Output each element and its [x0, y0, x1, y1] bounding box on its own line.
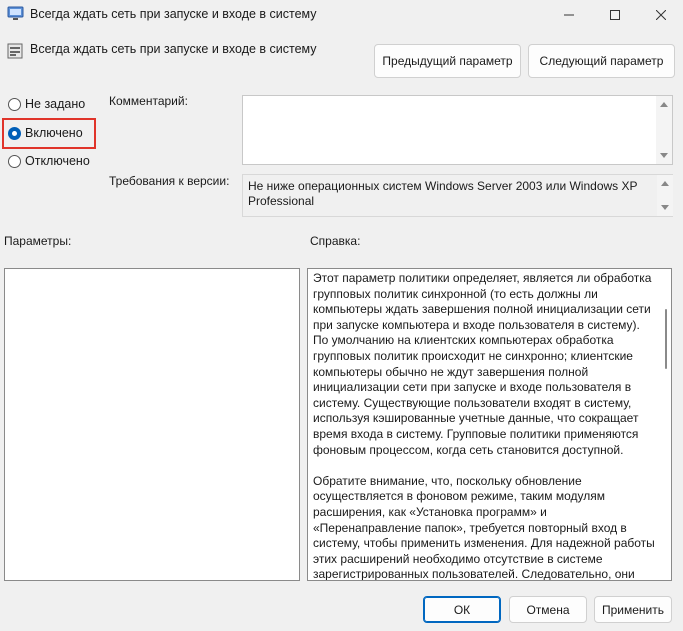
radio-not-configured[interactable]: Не задано [8, 97, 85, 111]
requirements-scrollbar[interactable] [657, 175, 673, 216]
comment-scrollbar[interactable] [656, 96, 672, 164]
radio-label: Включено [25, 126, 83, 140]
help-label: Справка: [310, 234, 361, 248]
comment-textarea[interactable] [242, 95, 673, 165]
maximize-button[interactable] [592, 0, 638, 30]
scroll-down-icon[interactable] [661, 205, 669, 210]
window-title: Всегда ждать сеть при запуске и входе в … [30, 7, 317, 21]
help-paragraph: Обратите внимание, что, поскольку обновл… [313, 473, 655, 581]
maximize-icon [610, 10, 620, 20]
next-setting-button[interactable]: Следующий параметр [528, 44, 675, 78]
previous-setting-button[interactable]: Предыдущий параметр [374, 44, 521, 78]
radio-label: Не задано [25, 97, 86, 111]
close-icon [656, 10, 666, 20]
parameters-panel [4, 268, 300, 581]
scroll-up-icon[interactable] [660, 102, 668, 107]
scrollbar-thumb[interactable] [665, 309, 667, 369]
radio-label: Отключено [25, 154, 90, 168]
setting-icon [7, 43, 23, 59]
ok-button[interactable]: ОК [423, 596, 501, 623]
apply-button[interactable]: Применить [594, 596, 672, 623]
comment-label: Комментарий: [109, 94, 188, 108]
cancel-button[interactable]: Отмена [509, 596, 587, 623]
parameters-label: Параметры: [4, 234, 72, 248]
title-bar: Всегда ждать сеть при запуске и входе в … [0, 0, 683, 30]
policy-settings-icon [7, 6, 24, 21]
radio-disabled[interactable]: Отключено [8, 154, 90, 168]
requirements-text: Не ниже операционных систем Windows Serv… [248, 179, 638, 208]
scroll-up-icon[interactable] [661, 181, 669, 186]
scroll-down-icon[interactable] [660, 153, 668, 158]
help-paragraph: Этот параметр политики определяет, являе… [313, 271, 652, 457]
minimize-button[interactable] [546, 0, 592, 30]
minimize-icon [564, 14, 574, 16]
help-text: Этот параметр политики определяет, являе… [313, 271, 658, 581]
help-scrollbar[interactable] [657, 269, 671, 580]
requirements-box: Не ниже операционных систем Windows Serv… [242, 174, 673, 217]
close-button[interactable] [638, 0, 683, 30]
radio-button[interactable] [8, 97, 21, 111]
radio-button-checked[interactable] [8, 126, 21, 140]
setting-title: Всегда ждать сеть при запуске и входе в … [30, 42, 317, 56]
radio-enabled[interactable]: Включено [8, 126, 83, 140]
radio-button[interactable] [8, 154, 21, 168]
requirements-label: Требования к версии: [109, 174, 230, 188]
help-panel[interactable]: Этот параметр политики определяет, являе… [307, 268, 672, 581]
